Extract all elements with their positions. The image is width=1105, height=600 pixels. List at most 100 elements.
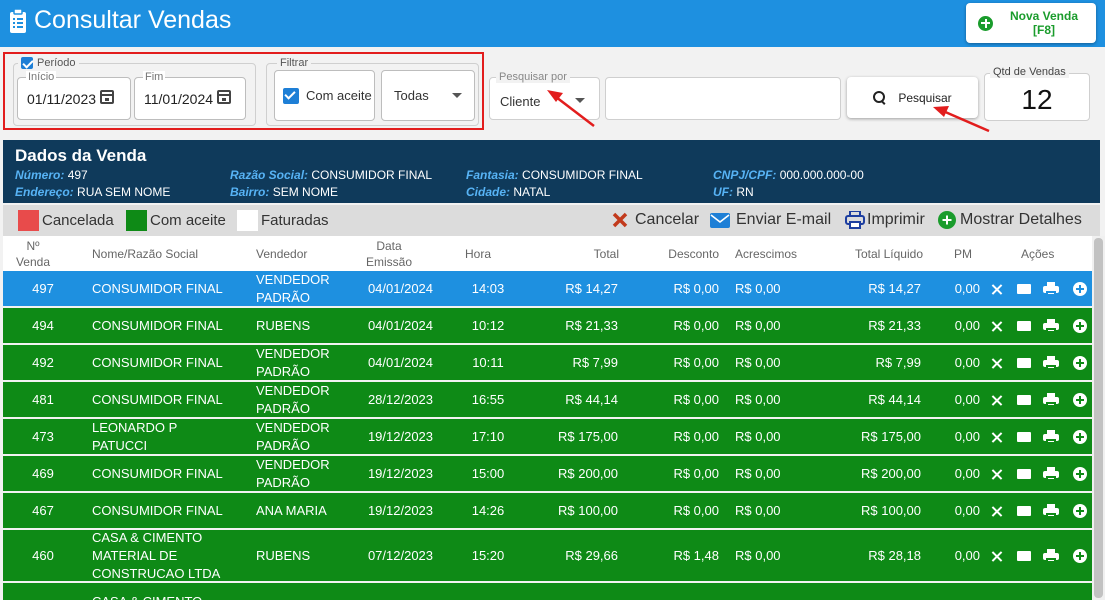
search-input[interactable] <box>605 77 841 120</box>
cell-pm: 0,00 <box>954 391 980 407</box>
add-circle-icon[interactable] <box>1073 548 1087 563</box>
email-icon[interactable] <box>1017 505 1031 516</box>
add-circle-icon[interactable] <box>1073 466 1087 481</box>
printer-icon[interactable] <box>1043 281 1059 296</box>
printer-icon[interactable] <box>1043 392 1059 407</box>
col-date[interactable]: Data Emissão <box>361 238 417 270</box>
print-action[interactable]: Imprimir <box>845 211 925 229</box>
cancelled-legend: Cancelada <box>42 212 114 229</box>
end-date-field[interactable]: Fim 11/01/2024 <box>134 71 246 120</box>
printer-icon[interactable] <box>1043 355 1059 370</box>
period-legend[interactable]: Período <box>18 56 79 70</box>
printer-icon[interactable] <box>1043 318 1059 333</box>
cell-liquido: R$ 28,18 <box>868 547 921 563</box>
add-circle-icon[interactable] <box>1073 429 1087 444</box>
email-icon[interactable] <box>1017 283 1031 294</box>
email-icon[interactable] <box>1017 357 1031 368</box>
cell-vendedor: VENDEDOR PADRÃO <box>256 456 330 490</box>
accepted-checkbox[interactable] <box>283 88 299 104</box>
accepted-label: Com aceite <box>306 88 372 103</box>
cell-liquido: R$ 14,27 <box>868 280 921 296</box>
table-scrollbar[interactable] <box>1092 236 1105 600</box>
calendar-icon[interactable] <box>100 90 114 104</box>
add-circle-icon[interactable] <box>1073 503 1087 518</box>
print-label: Imprimir <box>867 211 925 228</box>
chevron-down-icon <box>452 93 462 98</box>
status-select[interactable]: Todas <box>381 70 475 121</box>
cell-liquido: R$ 21,33 <box>868 317 921 333</box>
printer-icon[interactable] <box>1043 429 1059 444</box>
cancel-sale-icon[interactable] <box>991 284 1002 295</box>
clipboard-icon <box>10 7 26 33</box>
start-date-label: Início <box>26 71 57 83</box>
col-surcharge[interactable]: Acrescimos <box>735 246 797 262</box>
new-sale-button[interactable]: Nova Venda [F8] <box>966 3 1096 43</box>
table-row[interactable]: 497 CONSUMIDOR FINAL VENDEDOR PADRÃO 04/01/… <box>3 271 1092 306</box>
table-row[interactable]: 473 LEONARDO P PATUCCI VENDEDOR PADRÃO 19/1… <box>3 419 1092 454</box>
search-by-select[interactable]: Cliente <box>489 77 600 120</box>
add-circle-icon[interactable] <box>1073 355 1087 370</box>
accepted-filter[interactable]: Com aceite <box>274 70 375 121</box>
filter-highlight-box: Período Início 01/11/2023 Fim 11/01/2024… <box>3 52 484 130</box>
cancel-action[interactable]: Cancelar <box>611 211 699 229</box>
email-icon[interactable] <box>1017 550 1031 561</box>
table-row[interactable]: 469 CONSUMIDOR FINAL VENDEDOR PADRÃO 19/12/… <box>3 456 1092 491</box>
col-total[interactable]: Total <box>543 246 619 262</box>
cell-hora: 16:55 <box>471 391 505 407</box>
cancel-sale-icon[interactable] <box>991 358 1002 369</box>
add-circle-icon[interactable] <box>1073 281 1087 296</box>
cancel-sale-icon[interactable] <box>991 506 1002 517</box>
printer-icon[interactable] <box>1043 503 1059 518</box>
cell-pm: 0,00 <box>954 502 980 518</box>
search-button[interactable]: Pesquisar <box>847 77 978 118</box>
table-row[interactable]: 481 CONSUMIDOR FINAL VENDEDOR PADRÃO 28/12/… <box>3 382 1092 417</box>
cancel-sale-icon[interactable] <box>991 551 1002 562</box>
calendar-icon[interactable] <box>217 90 231 104</box>
cell-hora: 10:11 <box>472 354 504 370</box>
col-discount[interactable]: Desconto <box>639 246 719 262</box>
period-checkbox[interactable] <box>21 57 33 70</box>
table-row[interactable]: 467 CONSUMIDOR FINAL ANA MARIA 19/12/2023 14… <box>3 493 1092 528</box>
cancel-sale-icon[interactable] <box>991 469 1002 480</box>
cell-acrescimos: R$ 0,00 <box>735 465 781 481</box>
send-email-action[interactable]: Enviar E-mail <box>710 211 831 229</box>
cell-acrescimos: R$ 0,00 <box>735 502 781 518</box>
col-net-total[interactable]: Total Líquido <box>823 246 923 262</box>
add-circle-icon[interactable] <box>1073 392 1087 407</box>
email-icon[interactable] <box>1017 394 1031 405</box>
cell-desconto: R$ 0,00 <box>673 391 719 407</box>
col-name[interactable]: Nome/Razão Social <box>92 246 198 262</box>
sale-number: Número: 497 <box>15 168 88 182</box>
cell-desconto: R$ 0,00 <box>673 428 719 444</box>
filter-legend: Filtrar <box>277 56 312 70</box>
cell-vendedor: VENDEDOR PADRÃO <box>256 271 330 305</box>
table-row[interactable]: 460 CASA & CIMENTO MATERIAL DE CONSTRUCAO… <box>3 530 1092 581</box>
sale-address: Endereço: RUA SEM NOME <box>15 185 171 199</box>
show-details-action[interactable]: Mostrar Detalhes <box>938 211 1082 229</box>
start-date-field[interactable]: Início 01/11/2023 <box>17 71 131 120</box>
cell-total: R$ 175,00 <box>558 428 618 444</box>
email-icon[interactable] <box>1017 468 1031 479</box>
printer-icon[interactable] <box>1043 466 1059 481</box>
cell-total: R$ 7,99 <box>572 354 618 370</box>
sale-state: UF: RN <box>713 185 754 199</box>
col-seller[interactable]: Vendedor <box>256 246 307 262</box>
cell-nome: CASA & CIMENTO MATERIAL DE CONSTRUCAO LT… <box>92 529 221 581</box>
col-time[interactable]: Hora <box>465 246 491 262</box>
email-icon[interactable] <box>1017 431 1031 442</box>
table-row[interactable]: 492 CONSUMIDOR FINAL VENDEDOR PADRÃO 04/01/… <box>3 345 1092 380</box>
cancel-sale-icon[interactable] <box>991 321 1002 332</box>
chevron-down-icon <box>575 98 585 103</box>
table-row[interactable]: CASA & CIMENTO <box>3 583 1092 600</box>
cancel-sale-icon[interactable] <box>991 432 1002 443</box>
cell-nome: CONSUMIDOR FINAL <box>92 391 223 407</box>
cell-pm: 0,00 <box>954 354 980 370</box>
col-pm[interactable]: PM <box>948 246 978 262</box>
printer-icon[interactable] <box>1043 548 1059 563</box>
cancel-sale-icon[interactable] <box>991 395 1002 406</box>
email-icon[interactable] <box>1017 320 1031 331</box>
scrollbar-thumb[interactable] <box>1094 238 1103 598</box>
add-circle-icon[interactable] <box>1073 318 1087 333</box>
col-number[interactable]: Nº Venda <box>13 238 53 270</box>
table-row[interactable]: 494 CONSUMIDOR FINAL RUBENS 04/01/2024 10:12… <box>3 308 1092 343</box>
